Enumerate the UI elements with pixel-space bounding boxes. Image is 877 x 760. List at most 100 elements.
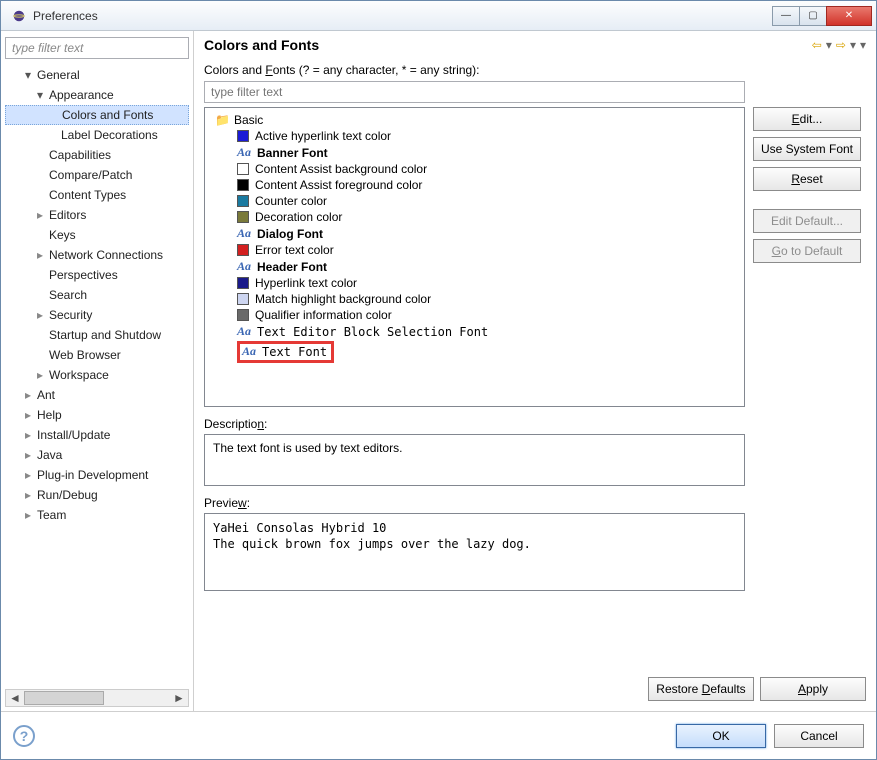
color-swatch-icon: [237, 130, 249, 142]
font-icon: Aa: [237, 259, 251, 274]
list-item[interactable]: Error text color: [209, 242, 740, 258]
expand-icon[interactable]: [23, 486, 33, 504]
expand-icon[interactable]: [35, 306, 45, 324]
color-swatch-icon: [237, 211, 249, 223]
expand-icon[interactable]: [23, 446, 33, 464]
apply-button[interactable]: Apply: [760, 677, 866, 701]
preview-label: Preview:: [204, 496, 866, 510]
color-swatch-icon: [237, 195, 249, 207]
tree-item-plugin-dev[interactable]: Plug-in Development: [5, 465, 189, 485]
color-swatch-icon: [237, 309, 249, 321]
tree-item-startup[interactable]: Startup and Shutdow: [5, 325, 189, 345]
expand-icon[interactable]: [204, 113, 207, 127]
filter-hint: Colors and Fonts (? = any character, * =…: [204, 63, 866, 77]
nav-forward-menu-icon[interactable]: ▾: [850, 38, 856, 52]
preview-box: YaHei Consolas Hybrid 10 The quick brown…: [204, 513, 745, 591]
tree-item-editors[interactable]: Editors: [5, 205, 189, 225]
tree-item-workspace[interactable]: Workspace: [5, 365, 189, 385]
reset-button[interactable]: Reset: [753, 167, 861, 191]
tree-item-content-types[interactable]: Content Types: [5, 185, 189, 205]
list-item[interactable]: AaHeader Font: [209, 258, 740, 275]
scroll-left-icon[interactable]: ◄: [6, 691, 24, 705]
list-item[interactable]: Content Assist foreground color: [209, 177, 740, 193]
maximize-button[interactable]: ▢: [799, 6, 827, 26]
list-item-label: Dialog Font: [257, 227, 323, 241]
close-button[interactable]: ✕: [826, 6, 872, 26]
list-item[interactable]: Active hyperlink text color: [209, 128, 740, 144]
expand-icon[interactable]: [23, 386, 33, 404]
tree-item-appearance[interactable]: Appearance: [5, 85, 189, 105]
page-title: Colors and Fonts: [204, 37, 812, 53]
expand-icon[interactable]: [23, 506, 33, 524]
nav-forward-icon[interactable]: ⇨: [836, 38, 846, 52]
expand-icon[interactable]: [35, 366, 45, 384]
color-swatch-icon: [237, 244, 249, 256]
tree-item-compare-patch[interactable]: Compare/Patch: [5, 165, 189, 185]
list-item[interactable]: Qualifier information color: [209, 307, 740, 323]
cancel-button[interactable]: Cancel: [774, 724, 864, 748]
edit-button[interactable]: Edit...: [753, 107, 861, 131]
list-item[interactable]: AaText Font: [209, 340, 740, 364]
list-item-label: Match highlight background color: [255, 292, 431, 306]
font-icon: Aa: [237, 324, 251, 339]
scroll-right-icon[interactable]: ►: [170, 691, 188, 705]
sidebar-hscrollbar[interactable]: ◄ ►: [5, 689, 189, 707]
tree-item-run-debug[interactable]: Run/Debug: [5, 485, 189, 505]
sidebar-filter-input[interactable]: [5, 37, 189, 59]
tree-item-label-decorations[interactable]: Label Decorations: [5, 125, 189, 145]
expand-icon[interactable]: [23, 66, 33, 84]
list-item[interactable]: AaText Editor Block Selection Font: [209, 323, 740, 340]
list-item-label: Content Assist foreground color: [255, 178, 422, 192]
list-item[interactable]: Decoration color: [209, 209, 740, 225]
tree-item-search[interactable]: Search: [5, 285, 189, 305]
tree-item-colors-fonts[interactable]: Colors and Fonts: [5, 105, 189, 125]
tree-item-ant[interactable]: Ant: [5, 385, 189, 405]
tree-item-perspectives[interactable]: Perspectives: [5, 265, 189, 285]
tree-item-web-browser[interactable]: Web Browser: [5, 345, 189, 365]
expand-icon[interactable]: [23, 466, 33, 484]
tree-item-capabilities[interactable]: Capabilities: [5, 145, 189, 165]
expand-icon[interactable]: [35, 246, 45, 264]
description-label: Description:: [204, 417, 866, 431]
minimize-button[interactable]: —: [772, 6, 800, 26]
expand-icon[interactable]: [23, 406, 33, 424]
expand-icon[interactable]: [23, 426, 33, 444]
color-swatch-icon: [237, 163, 249, 175]
tree-item-help[interactable]: Help: [5, 405, 189, 425]
nav-back-icon[interactable]: ⇦: [812, 38, 822, 52]
tree-item-keys[interactable]: Keys: [5, 225, 189, 245]
tree-item-team[interactable]: Team: [5, 505, 189, 525]
colors-fonts-tree[interactable]: 📁 Basic Active hyperlink text colorAaBan…: [204, 107, 745, 407]
list-item[interactable]: Counter color: [209, 193, 740, 209]
tree-item-install[interactable]: Install/Update: [5, 425, 189, 445]
ok-button[interactable]: OK: [676, 724, 766, 748]
tree-item-security[interactable]: Security: [5, 305, 189, 325]
tree-item-network[interactable]: Network Connections: [5, 245, 189, 265]
restore-defaults-button[interactable]: Restore Defaults: [648, 677, 754, 701]
nav-back-menu-icon[interactable]: ▾: [826, 38, 832, 52]
list-item[interactable]: Content Assist background color: [209, 161, 740, 177]
tree-item-java[interactable]: Java: [5, 445, 189, 465]
help-icon[interactable]: ?: [13, 725, 35, 747]
tree-group-basic[interactable]: 📁 Basic: [209, 112, 740, 128]
list-item[interactable]: Hyperlink text color: [209, 275, 740, 291]
folder-icon: 📁: [215, 113, 230, 127]
colors-fonts-filter-input[interactable]: [204, 81, 745, 103]
category-tree[interactable]: General Appearance Colors and Fonts Labe…: [5, 65, 189, 685]
list-item[interactable]: AaDialog Font: [209, 225, 740, 242]
list-item-label: Active hyperlink text color: [255, 129, 391, 143]
eclipse-icon: [11, 8, 27, 24]
expand-icon[interactable]: [35, 206, 45, 224]
view-menu-icon[interactable]: ▾: [860, 38, 866, 52]
scroll-thumb[interactable]: [24, 691, 104, 705]
list-item-label: Error text color: [255, 243, 334, 257]
font-icon: Aa: [237, 145, 251, 160]
expand-icon[interactable]: [35, 86, 45, 104]
list-item[interactable]: AaBanner Font: [209, 144, 740, 161]
tree-item-general[interactable]: General: [5, 65, 189, 85]
sidebar: General Appearance Colors and Fonts Labe…: [1, 31, 194, 711]
edit-default-button: Edit Default...: [753, 209, 861, 233]
use-system-font-button[interactable]: Use System Font: [753, 137, 861, 161]
description-box: The text font is used by text editors.: [204, 434, 745, 486]
list-item[interactable]: Match highlight background color: [209, 291, 740, 307]
